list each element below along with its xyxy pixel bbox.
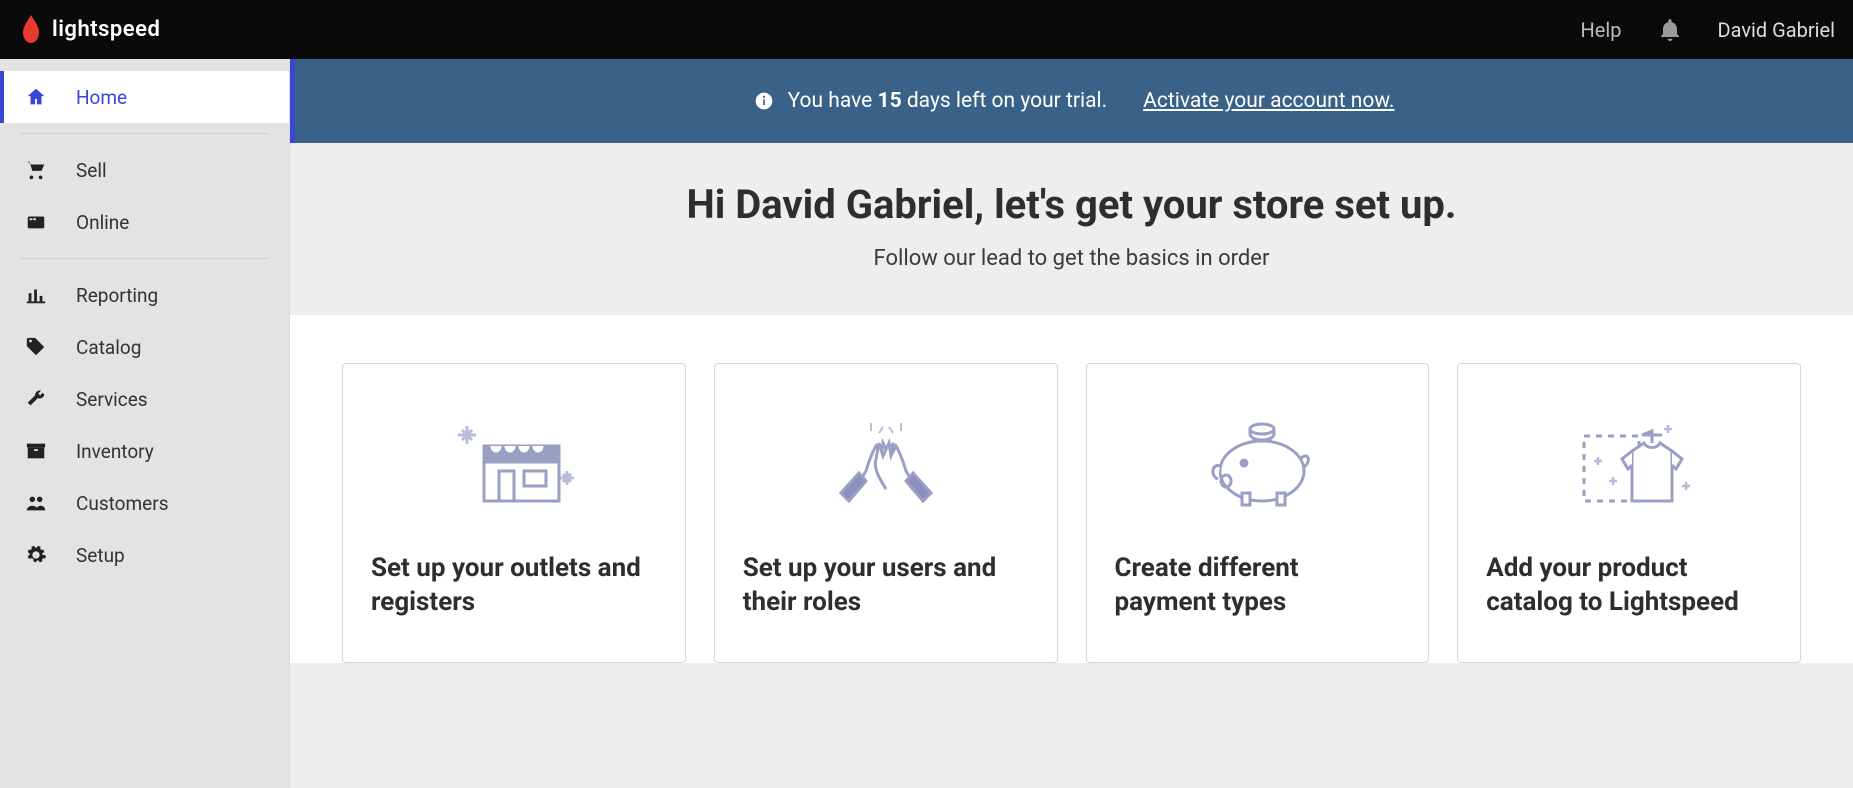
help-link[interactable]: Help	[1581, 18, 1622, 42]
sidebar-item-label: Online	[76, 211, 129, 234]
page-subtitle: Follow our lead to get the basics in ord…	[310, 246, 1833, 271]
flame-icon	[18, 15, 44, 45]
sidebar-item-label: Reporting	[76, 284, 158, 307]
tshirt-illustration-icon	[1486, 396, 1772, 526]
brand-logo[interactable]: lightspeed	[18, 15, 160, 45]
setup-cards: Set up your outlets and registers	[290, 315, 1853, 663]
sidebar-item-sell[interactable]: Sell	[0, 144, 289, 196]
info-icon	[754, 91, 774, 111]
wrench-icon	[24, 387, 48, 411]
trial-banner: You have 15 days left on your trial. Act…	[290, 59, 1853, 143]
trial-days: 15	[878, 89, 902, 113]
sidebar-item-online[interactable]: Online	[0, 196, 289, 248]
sidebar-item-label: Sell	[76, 159, 107, 182]
main-content: You have 15 days left on your trial. Act…	[290, 59, 1853, 788]
card-title: Set up your outlets and registers	[371, 552, 657, 620]
piggybank-illustration-icon	[1115, 396, 1401, 526]
sidebar-item-reporting[interactable]: Reporting	[0, 269, 289, 321]
card-catalog[interactable]: Add your product catalog to Lightspeed	[1457, 363, 1801, 663]
topbar: lightspeed Help David Gabriel	[0, 0, 1853, 59]
sidebar-item-services[interactable]: Services	[0, 373, 289, 425]
trial-days-text: You have 15 days left on your trial.	[788, 89, 1108, 113]
card-users[interactable]: Set up your users and their roles	[714, 363, 1058, 663]
user-name[interactable]: David Gabriel	[1718, 18, 1836, 42]
cart-icon	[24, 158, 48, 182]
sidebar: Home Sell Online Reporting Catalog	[0, 59, 290, 788]
sidebar-item-catalog[interactable]: Catalog	[0, 321, 289, 373]
sidebar-item-label: Inventory	[76, 440, 154, 463]
gear-icon	[24, 543, 48, 567]
sidebar-item-setup[interactable]: Setup	[0, 529, 289, 581]
brand-text: lightspeed	[52, 17, 160, 42]
sidebar-divider	[20, 133, 269, 134]
sidebar-divider	[20, 258, 269, 259]
sidebar-item-customers[interactable]: Customers	[0, 477, 289, 529]
chart-icon	[24, 283, 48, 307]
trial-prefix: You have	[788, 89, 878, 113]
sidebar-item-label: Catalog	[76, 336, 141, 359]
storefront-illustration-icon	[371, 396, 657, 526]
trial-suffix: days left on your trial.	[902, 89, 1108, 113]
people-icon	[24, 491, 48, 515]
sidebar-item-label: Customers	[76, 492, 169, 515]
home-icon	[24, 85, 48, 109]
sidebar-item-label: Setup	[76, 544, 125, 567]
sidebar-item-home[interactable]: Home	[0, 71, 289, 123]
card-payments[interactable]: Create different payment types	[1086, 363, 1430, 663]
notifications-bell-icon[interactable]	[1660, 19, 1680, 41]
activate-account-link[interactable]: Activate your account now.	[1143, 89, 1394, 113]
hero: Hi David Gabriel, let's get your store s…	[290, 143, 1853, 315]
card-title: Add your product catalog to Lightspeed	[1486, 552, 1772, 620]
sidebar-item-inventory[interactable]: Inventory	[0, 425, 289, 477]
hands-illustration-icon	[743, 396, 1029, 526]
storefront-icon	[24, 210, 48, 234]
page-title: Hi David Gabriel, let's get your store s…	[310, 181, 1833, 228]
tag-icon	[24, 335, 48, 359]
sidebar-item-label: Services	[76, 388, 148, 411]
box-icon	[24, 439, 48, 463]
card-title: Set up your users and their roles	[743, 552, 1029, 620]
card-title: Create different payment types	[1115, 552, 1401, 620]
card-outlets[interactable]: Set up your outlets and registers	[342, 363, 686, 663]
sidebar-item-label: Home	[76, 86, 127, 109]
